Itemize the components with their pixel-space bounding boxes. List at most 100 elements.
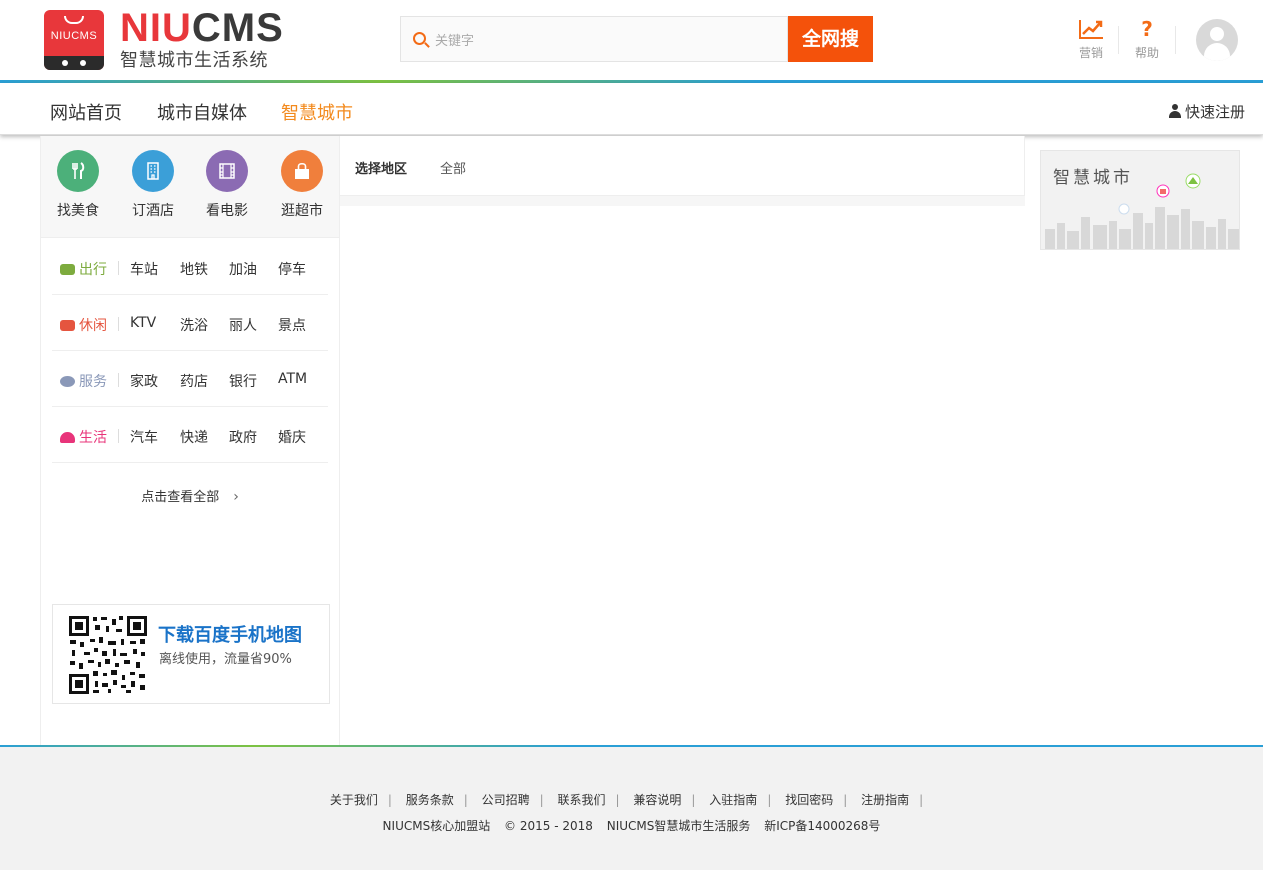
- category-name: 出行: [79, 262, 107, 278]
- category-link[interactable]: 婚庆: [278, 427, 306, 447]
- category-head[interactable]: 生活: [60, 427, 107, 447]
- nav-item-home[interactable]: 网站首页: [50, 99, 122, 125]
- quick-item-food[interactable]: 找美食: [48, 150, 108, 220]
- shopping-bag-icon: [281, 150, 323, 192]
- category-link[interactable]: KTV: [130, 315, 156, 331]
- footer-copyright-years: © 2015 - 2018: [504, 819, 593, 833]
- footer-company: NIUCMS智慧城市生活服务: [606, 819, 751, 833]
- footer-icp[interactable]: 新ICP备14000268号: [764, 819, 880, 833]
- user-icon: [1168, 104, 1181, 118]
- category-divider: [118, 373, 119, 387]
- logo-name-a: NIU: [120, 6, 192, 50]
- footer-copyright: NIUCMS核心加盟站 © 2015 - 2018 NIUCMS智慧城市生活服务…: [0, 817, 1263, 834]
- dashboard-icon: [60, 432, 75, 443]
- footer-sep: |: [463, 793, 468, 807]
- qr-code-icon: [68, 615, 148, 695]
- logo-face: [44, 56, 104, 70]
- film-icon: [206, 150, 248, 192]
- quick-item-supermarket[interactable]: 逛超市: [272, 150, 332, 220]
- main-content: 选择地区 全部: [340, 136, 1025, 746]
- logo-name-b: CMS: [191, 6, 284, 50]
- search-input[interactable]: [435, 30, 765, 50]
- category-name: 服务: [79, 374, 107, 390]
- search-field[interactable]: [400, 16, 788, 62]
- category-link[interactable]: 景点: [278, 315, 306, 335]
- category-link[interactable]: 车站: [130, 259, 158, 279]
- nav-item-media[interactable]: 城市自媒体: [157, 99, 247, 125]
- category-head[interactable]: 服务: [60, 371, 107, 391]
- quick-label: 订酒店: [132, 203, 174, 219]
- nav-item-smart-city[interactable]: 智慧城市: [281, 99, 353, 125]
- category-head[interactable]: 出行: [60, 259, 107, 279]
- footer-link-recover[interactable]: 找回密码: [785, 793, 833, 807]
- quick-label: 看电影: [206, 203, 248, 219]
- footer-sep: |: [767, 793, 772, 807]
- logo-icon[interactable]: NIUCMS: [44, 10, 104, 70]
- header: NIUCMS NIUCMS 智慧城市生活系统 全网搜 营销 ? 帮助: [0, 0, 1263, 80]
- left-panel: 找美食 订酒店 看电影 逛超市 出行 车站 地铁 加油 停车 休闲 KTV 洗浴…: [40, 136, 340, 746]
- main-nav: 网站首页 城市自媒体 智慧城市 快速注册: [0, 83, 1263, 135]
- category-head[interactable]: 休闲: [60, 315, 107, 335]
- logo-smile: [64, 16, 84, 24]
- city-skyline-icon: [1045, 173, 1239, 249]
- category-link[interactable]: 家政: [130, 371, 158, 391]
- category-link[interactable]: 政府: [229, 427, 257, 447]
- filter-divider: [340, 196, 1025, 206]
- footer-link-register-guide[interactable]: 注册指南: [861, 793, 909, 807]
- footer-sep: |: [539, 793, 544, 807]
- region-filter-label: 选择地区: [355, 162, 408, 177]
- map-download-banner[interactable]: 下载百度手机地图 离线使用，流量省90%: [52, 604, 330, 704]
- category-link[interactable]: 银行: [229, 371, 257, 391]
- footer-site[interactable]: NIUCMS核心加盟站: [383, 819, 491, 833]
- search-bar: 全网搜: [400, 16, 873, 62]
- category-row-life: 生活 汽车 快递 政府 婚庆: [52, 407, 328, 463]
- marketing-button[interactable]: 营销: [1071, 18, 1111, 61]
- footer-link-compat[interactable]: 兼容说明: [633, 793, 681, 807]
- category-link[interactable]: 药店: [180, 371, 208, 391]
- quick-item-hotel[interactable]: 订酒店: [123, 150, 183, 220]
- footer-link-join[interactable]: 入驻指南: [709, 793, 757, 807]
- footer-sep: |: [615, 793, 620, 807]
- logo-wordmark[interactable]: NIUCMS: [120, 6, 284, 50]
- category-name: 休闲: [79, 318, 107, 334]
- category-link[interactable]: 快递: [180, 427, 208, 447]
- header-divider: [1118, 26, 1119, 54]
- search-button[interactable]: 全网搜: [788, 16, 873, 62]
- help-button[interactable]: ? 帮助: [1127, 18, 1167, 61]
- quick-label: 逛超市: [281, 203, 323, 219]
- view-all-link[interactable]: 点击查看全部 ›: [41, 486, 339, 505]
- category-link[interactable]: 洗浴: [180, 315, 208, 335]
- footer-sep: |: [387, 793, 392, 807]
- banner-subtitle: 离线使用，流量省90%: [159, 652, 292, 667]
- quick-item-movie[interactable]: 看电影: [197, 150, 257, 220]
- category-link[interactable]: 地铁: [180, 259, 208, 279]
- cup-icon: [60, 320, 75, 331]
- category-divider: [118, 317, 119, 331]
- footer-link-jobs[interactable]: 公司招聘: [482, 793, 530, 807]
- category-link[interactable]: ATM: [278, 371, 307, 387]
- banner-title: 下载百度手机地图: [158, 625, 302, 646]
- category-link[interactable]: 丽人: [229, 315, 257, 335]
- smart-city-ad[interactable]: 智慧城市: [1040, 150, 1240, 250]
- search-icon: [413, 32, 426, 45]
- category-divider: [118, 261, 119, 275]
- quick-register-link[interactable]: 快速注册: [1168, 101, 1245, 122]
- avatar[interactable]: [1196, 19, 1238, 61]
- region-option-all[interactable]: 全部: [440, 158, 466, 177]
- region-filter: 选择地区 全部: [340, 136, 1025, 196]
- category-row-leisure: 休闲 KTV 洗浴 丽人 景点: [52, 295, 328, 351]
- avatar-head: [1210, 27, 1224, 41]
- quick-register-label: 快速注册: [1184, 103, 1245, 121]
- footer: 关于我们 | 服务条款 | 公司招聘 | 联系我们 | 兼容说明 | 入驻指南 | 找回密码…: [0, 747, 1263, 870]
- category-link[interactable]: 汽车: [130, 427, 158, 447]
- footer-link-about[interactable]: 关于我们: [330, 793, 378, 807]
- quick-label: 找美食: [57, 203, 99, 219]
- chevron-right-icon: ›: [233, 489, 239, 505]
- footer-links: 关于我们 | 服务条款 | 公司招聘 | 联系我们 | 兼容说明 | 入驻指南 | 找回密码…: [0, 791, 1263, 808]
- footer-sep: |: [691, 793, 696, 807]
- avatar-body: [1204, 43, 1230, 61]
- footer-link-contact[interactable]: 联系我们: [558, 793, 606, 807]
- category-link[interactable]: 停车: [278, 259, 306, 279]
- category-link[interactable]: 加油: [229, 259, 257, 279]
- footer-link-terms[interactable]: 服务条款: [406, 793, 454, 807]
